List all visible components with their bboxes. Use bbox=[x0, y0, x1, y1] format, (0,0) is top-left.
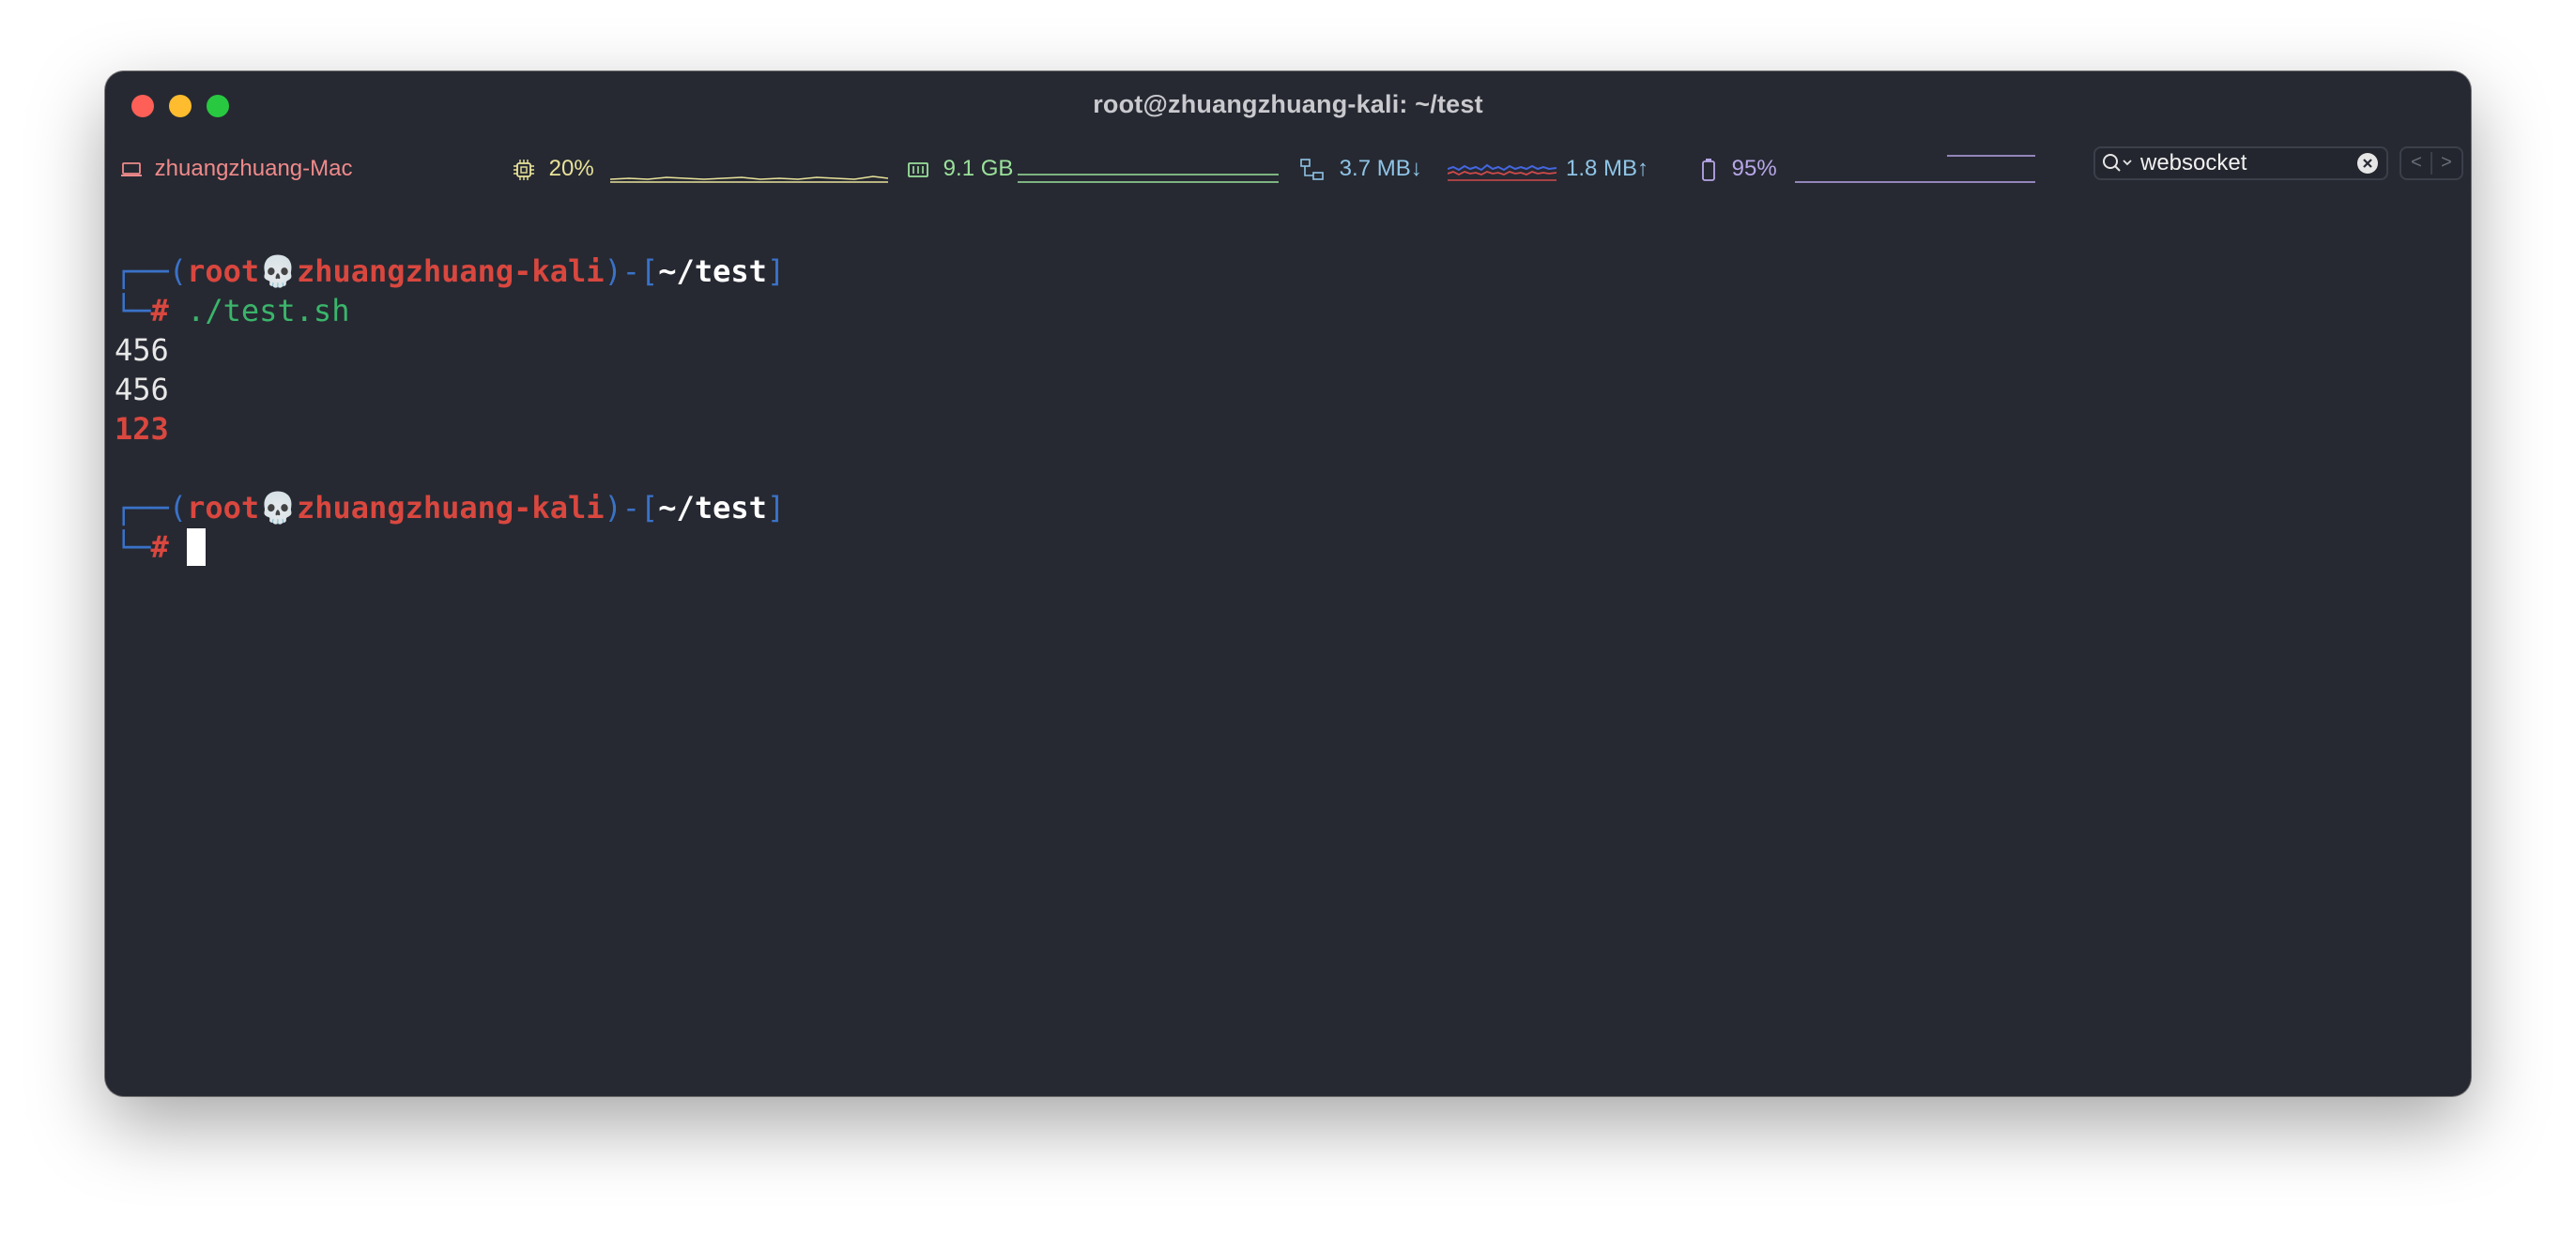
output-line: 123 bbox=[115, 411, 169, 447]
output-line: 456 bbox=[115, 332, 169, 368]
skull-icon: 💀 bbox=[259, 490, 297, 526]
cpu-chip-icon bbox=[514, 159, 534, 180]
next-match-button[interactable]: > bbox=[2431, 148, 2461, 178]
network-icon bbox=[1300, 158, 1324, 180]
prompt-path: ~/test bbox=[658, 253, 767, 289]
battery-sparkline bbox=[1795, 155, 2035, 183]
window-title: root@zhuangzhuang-kali: ~/test bbox=[1093, 90, 1483, 118]
status-host[interactable]: zhuangzhuang-Mac bbox=[120, 156, 352, 182]
search-nav: < > bbox=[2400, 146, 2463, 180]
skull-icon: 💀 bbox=[259, 253, 297, 289]
laptop-icon bbox=[121, 161, 142, 176]
status-battery[interactable]: 95% bbox=[1701, 156, 1777, 182]
prompt-symbol: # bbox=[150, 529, 169, 565]
title-bar: root@zhuangzhuang-kali: ~/test bbox=[105, 71, 2471, 143]
network-sparkline bbox=[1448, 163, 1556, 181]
prompt-host: zhuangzhuang-kali bbox=[296, 490, 605, 526]
cpu-sparkline bbox=[610, 175, 888, 183]
battery-icon bbox=[1702, 158, 1715, 181]
output-line: 456 bbox=[115, 372, 169, 407]
status-network-up[interactable]: 1.8 MB↑ bbox=[1566, 156, 1648, 182]
status-memory[interactable]: 9.1 GB bbox=[907, 156, 1013, 182]
memory-sparkline bbox=[1018, 174, 1279, 183]
search-icon bbox=[2103, 154, 2132, 172]
command-line-2: └─# bbox=[115, 527, 785, 567]
memory-label: 9.1 GB bbox=[943, 156, 1014, 181]
host-label: zhuangzhuang-Mac bbox=[154, 156, 353, 181]
search-input[interactable]: websocket bbox=[2140, 150, 2246, 176]
previous-match-button[interactable]: < bbox=[2401, 148, 2431, 178]
network-down-label: 3.7 MB↓ bbox=[1339, 156, 1422, 181]
cpu-label: 20% bbox=[548, 156, 594, 181]
clear-circle-icon[interactable] bbox=[2356, 152, 2379, 175]
text-cursor[interactable] bbox=[187, 528, 207, 566]
prompt-symbol: # bbox=[150, 293, 169, 328]
prompt-line-1: ┌──(root💀zhuangzhuang-kali)-[~/test] bbox=[115, 253, 786, 289]
command-text: ./test.sh bbox=[187, 293, 350, 328]
battery-label: 95% bbox=[1731, 156, 1777, 181]
memory-icon bbox=[908, 161, 928, 177]
prompt-line-2: ┌──(root💀zhuangzhuang-kali)-[~/test] bbox=[115, 490, 786, 526]
terminal-output[interactable]: ┌──(root💀zhuangzhuang-kali)-[~/test] └─#… bbox=[115, 252, 785, 567]
prompt-user: root bbox=[187, 490, 260, 526]
terminal-window: root@zhuangzhuang-kali: ~/test zhuangzhu… bbox=[105, 71, 2471, 1096]
network-up-label: 1.8 MB↑ bbox=[1566, 156, 1649, 181]
status-cpu[interactable]: 20% bbox=[513, 156, 594, 182]
prompt-user: root bbox=[187, 253, 260, 289]
search-field[interactable]: websocket bbox=[2093, 146, 2388, 180]
command-line-1: └─# ./test.sh bbox=[115, 293, 350, 328]
prompt-path: ~/test bbox=[658, 490, 767, 526]
prompt-host: zhuangzhuang-kali bbox=[296, 253, 605, 289]
status-network-down[interactable]: 3.7 MB↓ bbox=[1299, 156, 1422, 182]
